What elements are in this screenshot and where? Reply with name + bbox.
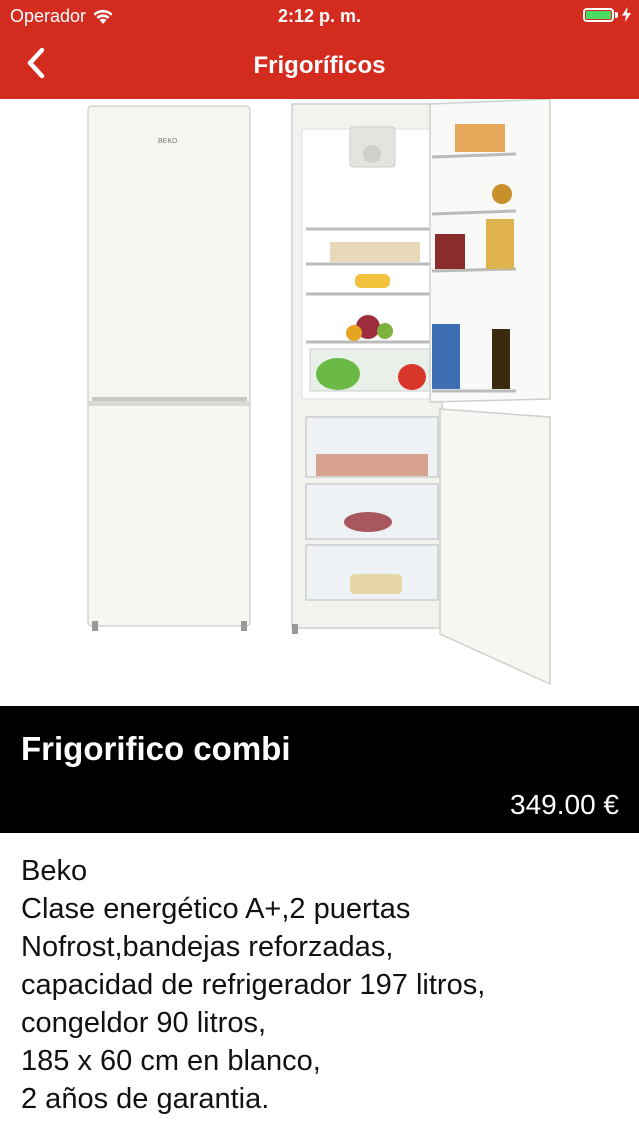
closed-fridge: BEKO: [87, 105, 251, 631]
battery-icon: [583, 7, 614, 22]
description-line: Nofrost,bandejas reforzadas,: [21, 931, 394, 963]
description-line: Clase energético A+,2 puertas: [21, 893, 411, 925]
product-header: Frigorifico combi 349.00 €: [0, 706, 639, 833]
navigation-bar: Frigoríficos: [0, 34, 639, 99]
open-doors: [429, 98, 551, 686]
description-line: 2 años de garantia.: [21, 1083, 270, 1115]
svg-text:BEKO: BEKO: [158, 138, 178, 145]
page-title: Frigoríficos: [253, 52, 386, 79]
product-price: 349.00 €: [510, 789, 619, 820]
product-image: BEKO: [0, 98, 639, 706]
product-description: Beko Clase energético A+,2 puertas Nofro…: [21, 852, 621, 1118]
open-fridge: [291, 103, 443, 634]
charging-bolt-icon: [622, 7, 631, 22]
fridge-illustration: BEKO: [87, 98, 551, 686]
app-header: Operador 2:12 p. m. Frigoríficos: [0, 0, 639, 99]
description-line: capacidad de refrigerador 197 litros,: [21, 969, 486, 1001]
product-title: Frigorifico combi: [21, 730, 291, 767]
description-line: 185 x 60 cm en blanco,: [21, 1045, 321, 1077]
description-line: congeldor 90 litros,: [21, 1007, 267, 1039]
battery-indicator: [583, 7, 631, 22]
status-time: 2:12 p. m.: [277, 6, 362, 26]
status-bar: Operador 2:12 p. m.: [0, 0, 639, 34]
description-line: Beko: [21, 855, 88, 887]
